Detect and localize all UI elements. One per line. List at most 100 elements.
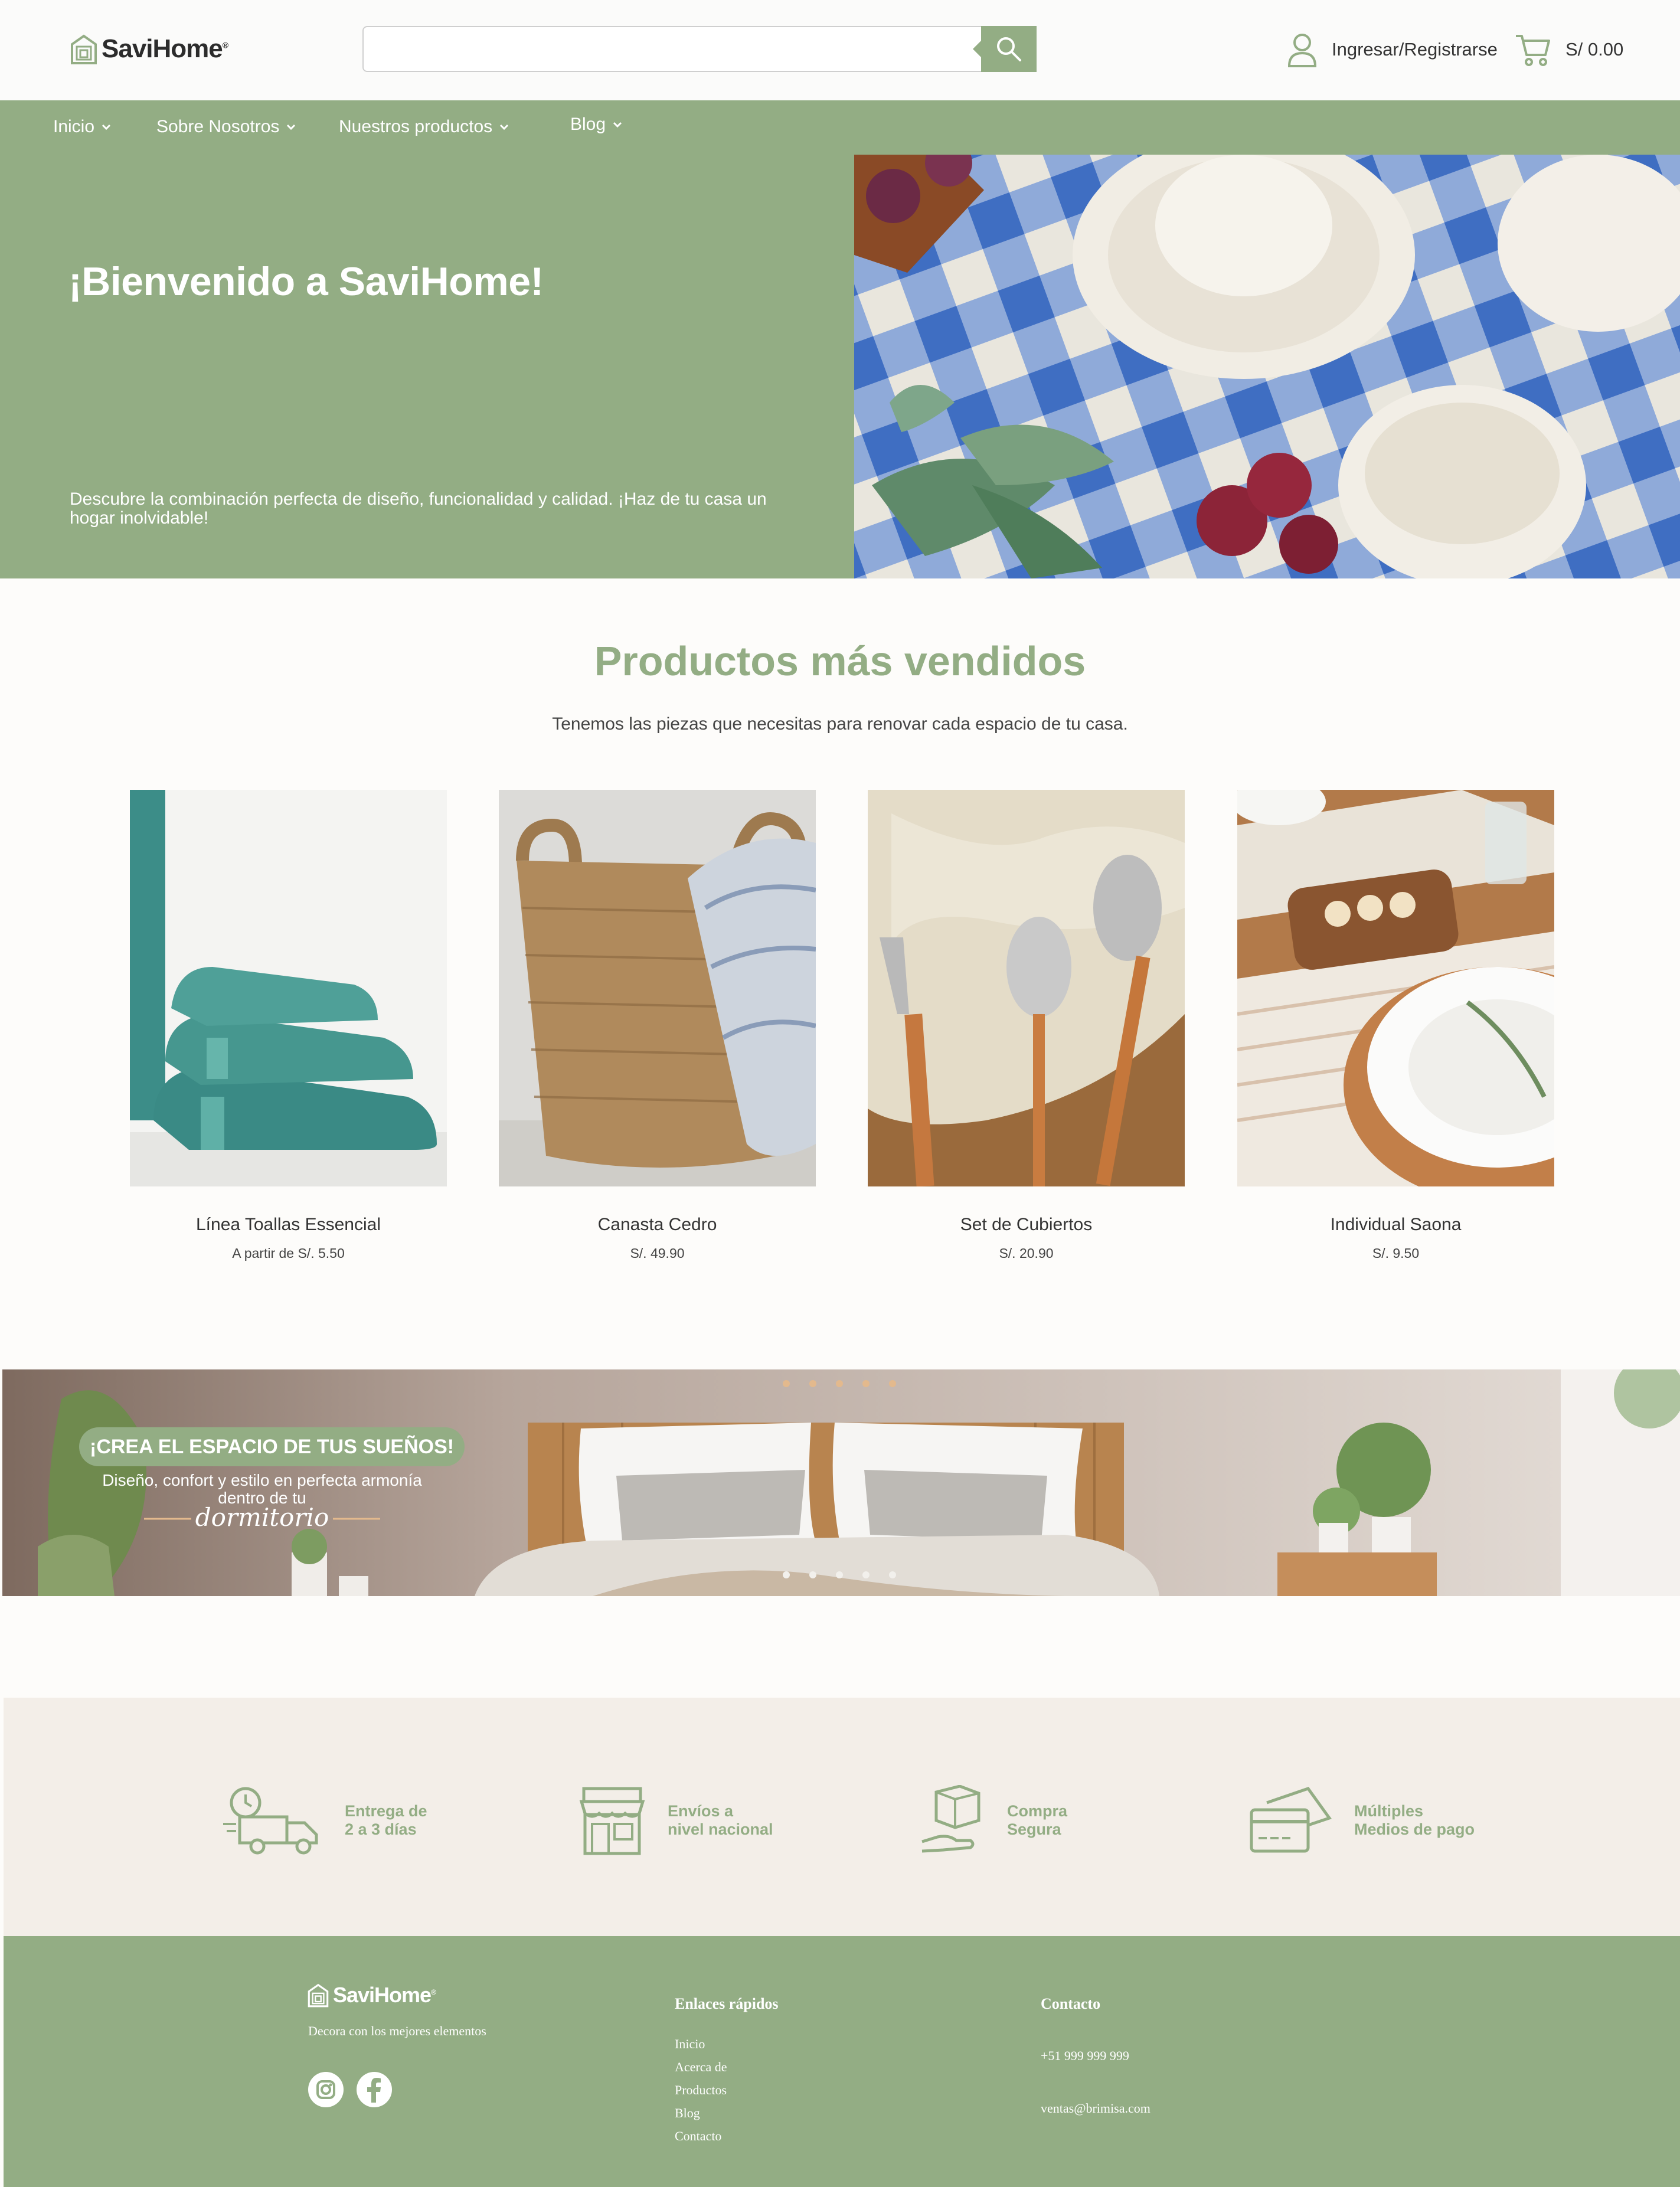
feature-payment: Múltiples Medios de pago — [1249, 1785, 1475, 1856]
contact-phone[interactable]: +51 999 999 999 — [1041, 2048, 1129, 2064]
feature-label: Compra — [1007, 1802, 1068, 1820]
carousel-dot[interactable] — [809, 1571, 816, 1578]
instagram-icon[interactable] — [307, 2071, 345, 2108]
bestsellers-subtitle: Tenemos las piezas que necesitas para re… — [552, 714, 1128, 734]
registered-mark: ® — [431, 1988, 436, 1996]
feature-secure-purchase: Compra Segura — [920, 1785, 1067, 1856]
feature-label: Entrega de — [345, 1802, 427, 1820]
product-price: S/. 9.50 — [1372, 1245, 1420, 1261]
footer-link-acerca[interactable]: Acerca de — [675, 2059, 727, 2075]
product-name[interactable]: Línea Toallas Essencial — [83, 1215, 494, 1235]
footer-link-contacto[interactable]: Contacto — [675, 2129, 721, 2144]
search-button[interactable] — [973, 26, 1037, 72]
site-logo[interactable]: SaviHome® — [70, 31, 228, 67]
user-icon — [1287, 34, 1317, 67]
nav-item-label: Nuestros productos — [339, 117, 493, 136]
carousel-dot[interactable] — [783, 1380, 790, 1387]
nav-item-inicio[interactable]: Inicio — [53, 117, 111, 137]
contact-title: Contacto — [1041, 1995, 1101, 2012]
cart-total: S/ 0.00 — [1565, 39, 1624, 60]
house-logo-icon — [71, 34, 97, 64]
feature-label: Envíos a — [668, 1802, 734, 1820]
nav-item-label: Inicio — [53, 117, 95, 136]
nav-item-sobre-nosotros[interactable]: Sobre Nosotros — [156, 117, 296, 137]
shopping-cart-icon — [1516, 35, 1550, 66]
feature-delivery: Entrega de 2 a 3 días — [222, 1785, 427, 1856]
product-name[interactable]: Canasta Cedro — [452, 1215, 863, 1235]
product-image[interactable] — [868, 790, 1185, 1186]
promo-banner[interactable]: ¡CREA EL ESPACIO DE TUS SUEÑOS! Diseño, … — [2, 1369, 1680, 1596]
features-strip: Entrega de 2 a 3 días Envíos a nivel nac… — [4, 1698, 1680, 1936]
product-name[interactable]: Individual Saona — [1190, 1215, 1601, 1235]
carousel-dot[interactable] — [889, 1380, 896, 1387]
product-price: S/. 49.90 — [630, 1245, 685, 1261]
facebook-icon[interactable] — [355, 2071, 393, 2108]
placemat-illustration — [1237, 790, 1554, 1186]
site-header: SaviHome® Ingresar/Registrarse S/ 0.00 — [0, 0, 1680, 100]
hero-title: ¡Bienvenido a SaviHome! — [68, 259, 544, 304]
feature-label: Múltiples — [1354, 1802, 1424, 1820]
footer-link-inicio[interactable]: Inicio — [675, 2036, 705, 2052]
carousel-dot[interactable] — [889, 1571, 896, 1578]
carousel-dot[interactable] — [862, 1571, 870, 1578]
search-bar — [362, 26, 1037, 72]
cutlery-illustration — [868, 790, 1185, 1186]
banner-badge: ¡CREA EL ESPACIO DE TUS SUEÑOS! — [79, 1427, 465, 1466]
nav-item-nuestros-productos[interactable]: Nuestros productos — [339, 117, 509, 137]
product-card[interactable]: Set de Cubiertos S/. 20.90 — [868, 790, 1185, 1261]
banner-line-1: Diseño, confort y estilo en perfecta arm… — [102, 1471, 422, 1489]
towels-illustration — [130, 790, 447, 1186]
product-card[interactable]: Línea Toallas Essencial A partir de S/. … — [130, 790, 447, 1261]
footer-logo[interactable]: SaviHome® — [307, 1982, 436, 2008]
feature-label: nivel nacional — [668, 1820, 773, 1838]
contact-email[interactable]: ventas@brimisa.com — [1041, 2101, 1150, 2116]
search-icon — [997, 37, 1021, 61]
house-logo-icon — [308, 1983, 329, 2008]
chevron-down-icon — [613, 122, 622, 128]
delivery-truck-icon — [223, 1787, 318, 1855]
banner-divider — [144, 1518, 380, 1520]
nav-item-blog[interactable]: Blog — [570, 115, 622, 135]
credit-card-icon — [1250, 1787, 1332, 1853]
site-footer: SaviHome® Decora con los mejores element… — [4, 1936, 1680, 2187]
footer-logo-text: SaviHome — [333, 1983, 432, 2007]
carousel-dot[interactable] — [836, 1380, 843, 1387]
feature-label: 2 a 3 días — [345, 1820, 417, 1838]
product-image[interactable] — [499, 790, 816, 1186]
quick-links-title: Enlaces rápidos — [675, 1995, 779, 2012]
hero-image — [854, 155, 1680, 578]
feature-label: Segura — [1007, 1820, 1061, 1838]
store-icon — [579, 1787, 645, 1855]
box-hand-icon — [921, 1785, 980, 1853]
carousel-dot[interactable] — [862, 1380, 870, 1387]
login-label: Ingresar/Registrarse — [1332, 39, 1498, 60]
footer-link-productos[interactable]: Productos — [675, 2083, 727, 2098]
main-nav: Inicio Sobre Nosotros Nuestros productos… — [0, 100, 1680, 155]
carousel-dot[interactable] — [783, 1571, 790, 1578]
footer-tagline: Decora con los mejores elementos — [308, 2023, 486, 2038]
product-price: A partir de S/. 5.50 — [232, 1245, 345, 1261]
product-image[interactable] — [130, 790, 447, 1186]
chevron-down-icon — [500, 124, 509, 130]
carousel-dot[interactable] — [809, 1380, 816, 1387]
feature-shipping: Envíos a nivel nacional — [579, 1785, 773, 1856]
chevron-down-icon — [287, 124, 296, 130]
login-link[interactable]: Ingresar/Registrarse — [1287, 31, 1498, 68]
feature-label: Medios de pago — [1354, 1820, 1475, 1838]
cart-link[interactable]: S/ 0.00 — [1515, 31, 1623, 68]
search-input[interactable] — [362, 26, 988, 72]
chevron-down-icon — [102, 124, 111, 130]
product-image[interactable] — [1237, 790, 1554, 1186]
product-price: S/. 20.90 — [999, 1245, 1054, 1261]
hero-subtitle: Descubre la combinación perfecta de dise… — [70, 489, 767, 528]
carousel-dot[interactable] — [836, 1571, 843, 1578]
nav-item-label: Blog — [570, 115, 606, 134]
tableware-illustration — [854, 155, 1680, 578]
footer-link-blog[interactable]: Blog — [675, 2106, 700, 2121]
logo-text: SaviHome — [102, 34, 223, 63]
product-name[interactable]: Set de Cubiertos — [821, 1215, 1232, 1235]
product-card[interactable]: Canasta Cedro S/. 49.90 — [499, 790, 816, 1261]
nav-item-label: Sobre Nosotros — [156, 117, 280, 136]
product-card[interactable]: Individual Saona S/. 9.50 — [1237, 790, 1554, 1261]
registered-mark: ® — [222, 40, 228, 50]
